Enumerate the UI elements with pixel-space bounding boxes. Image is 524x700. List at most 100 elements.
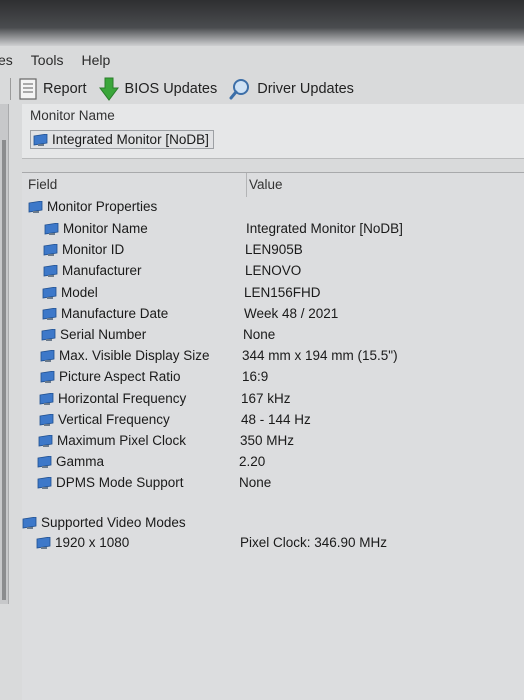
row-field-label: Serial Number [60,327,147,342]
menu-item-es[interactable]: es [0,52,13,68]
photo-dark-edge [0,0,524,46]
row-field: Supported Video Modes [22,513,186,533]
row-field: Manufacturer [43,261,142,281]
monitor-icon [38,435,53,447]
row-field: Vertical Frequency [39,410,170,430]
row-field-label: Vertical Frequency [58,412,170,427]
row-field-label: Maximum Pixel Clock [57,433,187,448]
row-field-label: Monitor Properties [47,199,158,214]
report-button[interactable]: Report [19,75,87,103]
property-row[interactable]: Manufacturer LENOVO [22,261,524,281]
column-header-field[interactable]: Field [28,173,57,197]
row-value: 167 kHz [241,391,291,406]
row-value: LENOVO [245,263,302,278]
row-value: LEN905B [245,242,303,257]
column-header-value[interactable]: Value [246,173,524,197]
row-field: Monitor ID [43,240,124,260]
property-row[interactable]: Horizontal Frequency 167 kHz [22,389,524,409]
property-row[interactable]: Max. Visible Display Size 344 mm x 194 mm… [22,346,524,366]
left-scrollbar[interactable] [2,140,6,600]
section-monitor-properties[interactable]: Monitor Properties [22,197,524,217]
row-value: Week 48 / 2021 [244,306,339,321]
monitor-icon [39,393,54,405]
monitor-icon [22,517,37,529]
row-value: 48 - 144 Hz [241,412,311,427]
monitor-icon [40,350,55,362]
monitor-icon [43,265,58,277]
menu-bar: es Tools Help [0,48,524,72]
row-field-label: 1920 x 1080 [55,535,130,550]
row-field: Model [42,283,98,303]
row-field: Monitor Name [44,219,148,239]
device-label: Monitor Name [30,108,115,123]
monitor-icon [36,537,51,549]
selected-device-panel: Monitor Name Integrated Monitor [NoDB] [22,104,524,159]
row-value: LEN156FHD [244,285,321,300]
row-field: Horizontal Frequency [39,389,186,409]
row-value: None [239,475,272,490]
properties-list: Field Value Monitor Properties Monitor Na… [22,172,524,700]
monitor-icon [41,329,56,341]
monitor-icon [42,287,57,299]
device-value-text: Integrated Monitor [NoDB] [52,132,209,147]
property-row[interactable]: Picture Aspect Ratio 16:9 [22,367,524,387]
driver-updates-label: Driver Updates [257,81,354,97]
row-field-label: Manufacturer [62,263,142,278]
driver-updates-button[interactable]: Driver Updates [229,75,354,103]
bios-updates-button[interactable]: BIOS Updates [98,75,218,103]
search-icon [229,79,250,100]
monitor-icon [37,456,52,468]
row-field-label: DPMS Mode Support [56,475,184,490]
row-value: Pixel Clock: 346.90 MHz [240,535,388,550]
property-row[interactable]: Vertical Frequency 48 - 144 Hz [22,410,524,430]
row-field-label: Model [61,285,98,300]
bios-updates-label: BIOS Updates [124,81,218,97]
row-value: None [243,327,276,342]
row-field-label: Supported Video Modes [41,515,186,530]
toolbar: Report BIOS Updates Driver Updates [0,74,524,104]
row-field: Serial Number [41,325,146,345]
toolbar-separator [10,78,11,100]
monitor-icon [40,371,55,383]
row-field: Maximum Pixel Clock [38,431,186,451]
row-field: Gamma [37,452,104,472]
monitor-icon [42,308,57,320]
row-field: Manufacture Date [42,304,168,324]
property-row[interactable]: DPMS Mode Support None [22,473,524,493]
row-field-label: Horizontal Frequency [58,391,187,406]
menu-item-tools[interactable]: Tools [31,52,64,68]
row-field-label: Gamma [56,454,105,469]
property-row[interactable]: Gamma 2.20 [22,452,524,472]
row-field-label: Max. Visible Display Size [59,348,210,363]
row-value: Integrated Monitor [NoDB] [246,221,403,236]
row-field: DPMS Mode Support [37,473,184,493]
section-supported-video-modes[interactable]: Supported Video Modes [22,513,524,533]
menu-item-help[interactable]: Help [81,52,110,68]
monitor-icon [44,223,59,235]
property-row[interactable]: Model LEN156FHD [22,283,524,303]
row-value: 2.20 [239,454,266,469]
device-value[interactable]: Integrated Monitor [NoDB] [30,130,214,149]
monitor-icon [43,244,58,256]
row-value: 16:9 [242,369,269,384]
report-icon [19,78,37,100]
property-row[interactable]: Serial Number None [22,325,524,345]
row-value: 344 mm x 194 mm (15.5") [242,348,398,363]
video-mode-row[interactable]: 1920 x 1080 Pixel Clock: 346.90 MHz [22,533,524,553]
row-field: Picture Aspect Ratio [40,367,181,387]
row-field: Monitor Properties [28,197,157,217]
row-field-label: Monitor Name [63,221,148,236]
property-row[interactable]: Monitor Name Integrated Monitor [NoDB] [22,219,524,239]
monitor-icon [28,201,43,213]
property-row[interactable]: Monitor ID LEN905B [22,240,524,260]
monitor-icon [33,133,48,146]
property-row[interactable]: Manufacture Date Week 48 / 2021 [22,304,524,324]
row-field-label: Picture Aspect Ratio [59,369,181,384]
row-value: 350 MHz [240,433,295,448]
row-field: Max. Visible Display Size [40,346,210,366]
row-field: 1920 x 1080 [36,533,129,553]
monitor-icon [39,414,54,426]
report-label: Report [43,81,87,97]
property-row[interactable]: Maximum Pixel Clock 350 MHz [22,431,524,451]
row-field-label: Manufacture Date [61,306,169,321]
